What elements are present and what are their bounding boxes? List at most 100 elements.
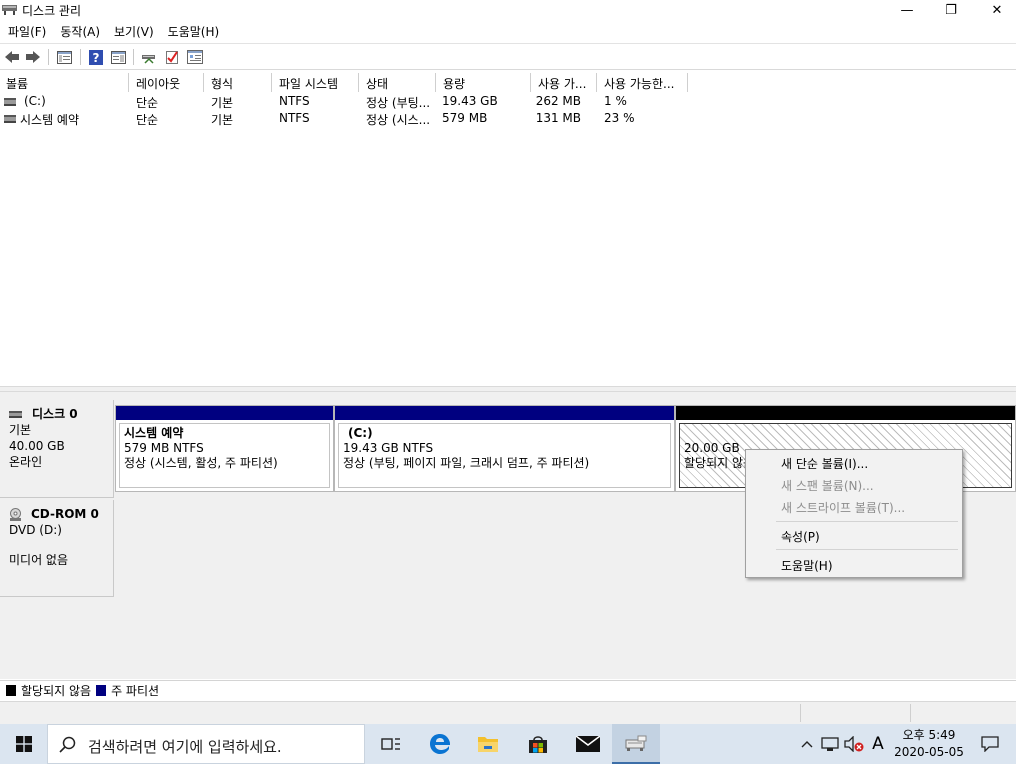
partition-status: 정상 (부팅, 페이지 파일, 크래시 덤프, 주 파티션) — [343, 456, 590, 470]
forward-arrow-icon[interactable] — [24, 48, 42, 66]
help-icon[interactable]: ? — [87, 48, 105, 66]
legend-unallocated-swatch — [6, 685, 16, 696]
check-properties-icon[interactable] — [163, 48, 181, 66]
disk-0-type: 기본 — [9, 423, 32, 437]
legend-primary-swatch — [96, 685, 107, 696]
cell-type: 기본 — [211, 96, 234, 110]
clock-time: 오후 5:49 — [902, 728, 956, 742]
cell-layout: 단순 — [136, 96, 159, 110]
menu-help-item[interactable]: 도움말(H) — [781, 557, 833, 574]
cell-percent-free: 23 % — [604, 111, 635, 125]
store-icon[interactable] — [514, 724, 562, 764]
menu-view[interactable]: 보기(V) — [106, 21, 154, 41]
menu-help[interactable]: 도움말(H) — [160, 21, 220, 41]
menu-separator — [776, 549, 958, 550]
input-method-indicator[interactable]: A — [866, 724, 890, 764]
window-title: 디스크 관리 — [22, 4, 82, 18]
clock-date: 2020-05-05 — [894, 745, 964, 759]
cdrom-0-media: 미디어 없음 — [9, 553, 69, 567]
cdrom-icon — [9, 507, 22, 521]
partition-system-reserved[interactable]: 시스템 예약 579 MB NTFS 정상 (시스템, 활성, 주 파티션) — [115, 405, 334, 492]
disk-0-state: 온라인 — [9, 455, 43, 469]
column-volume[interactable]: 볼륨 — [0, 73, 129, 92]
partition-size: 19.43 GB NTFS — [343, 441, 434, 455]
mail-icon[interactable] — [564, 724, 612, 764]
volume-row-c[interactable]: (C:) 단순 기본 NTFS 정상 (부팅... 19.43 GB 262 M… — [0, 93, 1016, 110]
file-explorer-icon[interactable] — [464, 724, 512, 764]
legend: 할당되지 않음 주 파티션 — [0, 680, 1016, 700]
disk-management-taskbar-icon[interactable] — [612, 724, 660, 764]
column-type[interactable]: 형식 — [205, 73, 272, 92]
action-center-icon[interactable] — [974, 724, 1006, 764]
taskbar: 검색하려면 여기에 입력하세요. A 오후 5:49 2020-05-05 — [0, 724, 1016, 764]
partition-name: (C:) — [348, 426, 373, 440]
edge-icon[interactable] — [416, 724, 464, 764]
disk-0-size: 40.00 GB — [9, 439, 65, 453]
unallocated-bar — [676, 406, 1015, 420]
column-layout[interactable]: 레이아웃 — [130, 73, 204, 92]
title-bar: 디스크 관리 — ❐ ✕ — [0, 0, 1016, 20]
menu-separator — [776, 521, 958, 522]
partition-name: 시스템 예약 — [124, 426, 184, 440]
connect-disk-icon[interactable] — [140, 48, 158, 66]
restore-button[interactable]: ❐ — [928, 0, 974, 20]
menu-bar: 파일(F) 동작(A) 보기(V) 도움말(H) — [0, 21, 225, 41]
column-file-system[interactable]: 파일 시스템 — [273, 73, 359, 92]
context-menu: 새 단순 볼륨(I)... 새 스팬 볼륨(N)... 새 스트라이프 볼륨(T… — [745, 449, 963, 578]
toolbar-separator — [133, 49, 134, 65]
search-placeholder: 검색하려면 여기에 입력하세요. — [88, 738, 282, 756]
cell-free-space: 262 MB — [535, 94, 581, 108]
partition-name — [684, 426, 1011, 441]
column-status[interactable]: 상태 — [360, 73, 436, 92]
menu-file[interactable]: 파일(F) — [0, 21, 46, 41]
column-capacity[interactable]: 용량 — [437, 73, 531, 92]
cell-volume: (C:) — [24, 94, 46, 108]
column-percent-free[interactable]: 사용 가능한... — [598, 73, 688, 92]
toolbar-separator — [48, 49, 49, 65]
show-hide-action-pane-icon[interactable] — [109, 48, 127, 66]
partition-size: 579 MB NTFS — [124, 441, 204, 455]
menu-new-striped-volume[interactable]: 새 스트라이프 볼륨(T)... — [781, 499, 905, 516]
console-tree-icon[interactable] — [55, 48, 73, 66]
partition-body: 시스템 예약 579 MB NTFS 정상 (시스템, 활성, 주 파티션) — [119, 423, 330, 488]
status-bar — [0, 701, 1016, 724]
taskbar-clock[interactable]: 오후 5:49 2020-05-05 — [890, 727, 968, 761]
volume-muted-icon[interactable] — [842, 724, 866, 764]
menu-properties[interactable]: 속성(P) — [781, 528, 820, 545]
partition-c[interactable]: (C:) 19.43 GB NTFS 정상 (부팅, 페이지 파일, 크래시 덤… — [334, 405, 675, 492]
cell-capacity: 579 MB — [442, 111, 488, 125]
cell-type: 기본 — [211, 113, 234, 127]
properties-window-icon[interactable] — [186, 48, 204, 66]
cell-status: 정상 (시스... — [366, 113, 431, 127]
cell-file-system: NTFS — [279, 111, 310, 125]
disk-0-name: 디스크 0 — [32, 407, 78, 421]
menu-new-simple-volume[interactable]: 새 단순 볼륨(I)... — [781, 455, 868, 472]
cdrom-0-drive: DVD (D:) — [9, 523, 62, 537]
back-arrow-icon[interactable] — [3, 48, 21, 66]
menu-new-spanned-volume[interactable]: 새 스팬 볼륨(N)... — [781, 477, 874, 494]
legend-primary-label: 주 파티션 — [111, 684, 160, 698]
disk-0-label[interactable]: 디스크 0 기본 40.00 GB 온라인 — [0, 400, 114, 498]
volume-row-system-reserved[interactable]: 시스템 예약 단순 기본 NTFS 정상 (시스... 579 MB 131 M… — [0, 110, 1016, 127]
minimize-button[interactable]: — — [884, 0, 930, 20]
primary-partition-bar — [116, 406, 333, 420]
cell-volume: 시스템 예약 — [20, 113, 80, 127]
menu-action[interactable]: 동작(A) — [52, 21, 100, 41]
volume-icon — [4, 115, 16, 123]
volume-list-header: 볼륨 레이아웃 형식 파일 시스템 상태 용량 사용 가... 사용 가능한..… — [0, 73, 1016, 92]
windows-start-icon[interactable] — [0, 724, 47, 764]
search-icon — [59, 736, 76, 756]
disk-management-app-icon — [2, 3, 17, 16]
column-free-space[interactable]: 사용 가... — [532, 73, 597, 92]
show-hidden-icons-chevron-icon[interactable] — [796, 724, 818, 764]
cell-free-space: 131 MB — [535, 111, 581, 125]
volume-icon — [4, 98, 16, 106]
taskbar-search-box[interactable]: 검색하려면 여기에 입력하세요. — [47, 724, 365, 764]
toolbar: ? — [0, 43, 1016, 70]
partition-body: (C:) 19.43 GB NTFS 정상 (부팅, 페이지 파일, 크래시 덤… — [338, 423, 671, 488]
task-view-icon[interactable] — [367, 724, 415, 764]
primary-partition-bar — [335, 406, 674, 420]
close-button[interactable]: ✕ — [974, 0, 1016, 20]
network-icon[interactable] — [819, 724, 841, 764]
cdrom-0-label[interactable]: CD-ROM 0 DVD (D:) 미디어 없음 — [0, 500, 114, 597]
